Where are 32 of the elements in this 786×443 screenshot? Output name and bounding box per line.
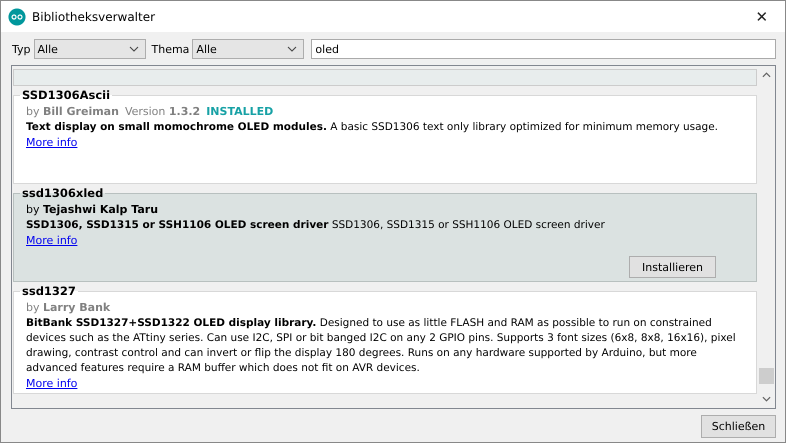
- app-logo-icon: [8, 8, 26, 26]
- installed-status: INSTALLED: [206, 104, 274, 120]
- library-author: by Bill Greiman: [26, 104, 119, 120]
- window-title: Bibliotheksverwalter: [32, 10, 156, 24]
- close-button[interactable]: ✕: [739, 1, 785, 32]
- dropdown-chevron-icon[interactable]: [287, 46, 298, 52]
- scroll-down-icon[interactable]: [762, 396, 771, 402]
- library-entry[interactable]: SSD1306Ascii by Bill Greiman Version 1.3.2 INSTALLED Text display on small momochrome OLED modules. A basic SSD1306 text only library optimized for minimum memory usage. More info: [13, 88, 757, 184]
- more-info-link[interactable]: More info: [26, 376, 78, 391]
- filter-dropdown[interactable]: Alle: [192, 39, 304, 59]
- library-entry[interactable]: [13, 284, 757, 394]
- more-info-link[interactable]: More info: [26, 233, 78, 248]
- filter-label: Typ: [12, 42, 30, 56]
- library-name: ssd1306xled: [21, 186, 104, 200]
- scroll-up-icon[interactable]: [762, 72, 771, 78]
- search-field[interactable]: oled: [311, 39, 776, 59]
- library-description: BitBank SSD1327+SSD1322 OLED display library. Designed to use as little FLASH and RAM as possible to run on constrained devices such as the ATtiny series. Can use I2C, SPI or bit banged I2C on any 2 GPIO pins. Supports 3 font sizes (6x8, 8x8, 16x16), pixel drawing, contrast control and can invert or flip the display 180 degrees. Runs on any hardware supported by Arduino, but more advanced features require a RAM buffer which does not fit on AVR devices.: [26, 316, 737, 376]
- library-author: by Tejashwi Kalp Taru: [26, 202, 158, 218]
- filter-dropdown[interactable]: Alle: [34, 39, 146, 59]
- library-name: SSD1306Ascii: [21, 88, 112, 102]
- install-button[interactable]: Installieren: [629, 256, 716, 278]
- close-dialog-button[interactable]: Schließen: [701, 415, 776, 438]
- dropdown-chevron-icon[interactable]: [128, 46, 138, 52]
- library-entry[interactable]: ssd1306xled by Tejashwi Kalp Taru SSD1306, SSD1315 or SSH1106 OLED screen driver SSD1306, SSD1315 or SSH1106 OLED screen driver More info Installieren: [13, 186, 757, 282]
- library-description: SSD1306, SSD1315 or SSH1106 OLED screen driver SSD1306, SSD1315 or SSH1106 OLED screen driver: [26, 218, 606, 233]
- library-name: ssd1327: [21, 284, 77, 298]
- filter-label: Thema: [152, 42, 190, 56]
- scrollbar-thumb[interactable]: [759, 368, 774, 384]
- library-author: by Larry Bank: [26, 300, 110, 316]
- library-description: Text display on small momochrome OLED modules. A basic SSD1306 text only library optimized for minimum memory usage.: [26, 120, 720, 135]
- more-info-link[interactable]: More info: [26, 135, 78, 150]
- library-version: Version 1.3.2: [124, 104, 200, 120]
